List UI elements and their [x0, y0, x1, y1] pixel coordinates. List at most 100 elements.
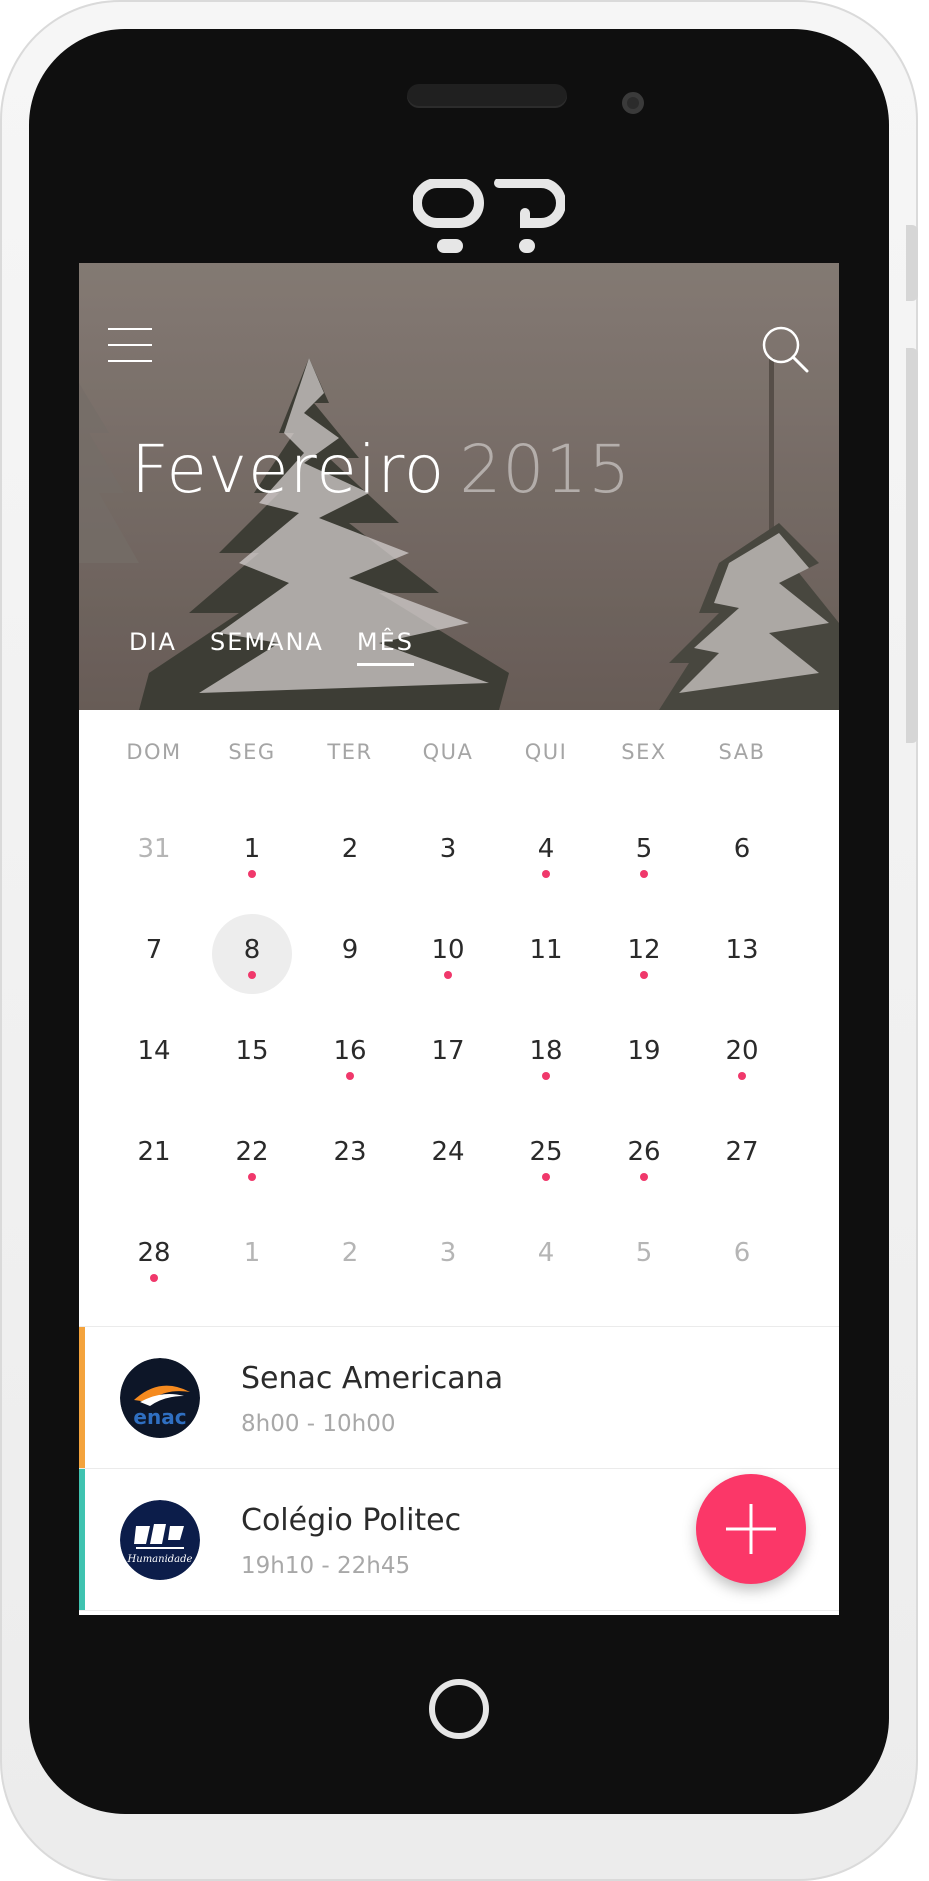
- event-indicator-dot: [542, 1173, 550, 1181]
- day-cell[interactable]: 5: [595, 804, 693, 904]
- day-cell[interactable]: 3: [399, 1208, 497, 1308]
- app-screen: Fevereiro 2015 DIA SEMANA MÊS DOM SEG TER Q…: [79, 263, 839, 1615]
- weekday-label: QUI: [524, 740, 568, 764]
- view-tabs: DIA SEMANA MÊS: [129, 628, 447, 668]
- day-cell[interactable]: 6: [693, 1208, 791, 1308]
- day-cell[interactable]: 24: [399, 1107, 497, 1207]
- event-indicator-dot: [150, 1274, 158, 1282]
- day-number: 5: [635, 1238, 653, 1268]
- volume-button: [906, 225, 918, 301]
- event-indicator-dot: [640, 1173, 648, 1181]
- tab-mes[interactable]: MÊS: [356, 628, 415, 666]
- day-cell[interactable]: 25: [497, 1107, 595, 1207]
- plus-icon: [726, 1504, 776, 1554]
- tab-semana[interactable]: SEMANA: [210, 628, 324, 666]
- day-cell[interactable]: 16: [301, 1006, 399, 1106]
- day-number: 5: [635, 834, 653, 864]
- event-name: Senac Americana: [241, 1361, 504, 1396]
- speaker-grille: [407, 84, 567, 108]
- day-number: 31: [137, 834, 171, 864]
- day-cell[interactable]: 21: [105, 1107, 203, 1207]
- day-number: 22: [235, 1137, 269, 1167]
- tab-dia[interactable]: DIA: [129, 628, 177, 666]
- day-cell[interactable]: 23: [301, 1107, 399, 1207]
- day-cell[interactable]: 3: [399, 804, 497, 904]
- day-cell[interactable]: 1: [203, 804, 301, 904]
- day-cell[interactable]: 26: [595, 1107, 693, 1207]
- day-number: 16: [333, 1036, 367, 1066]
- event-indicator-dot: [542, 870, 550, 878]
- front-camera-icon: [622, 92, 644, 114]
- day-number: 11: [529, 935, 563, 965]
- day-cell[interactable]: 31: [105, 804, 203, 904]
- day-cell[interactable]: 6: [693, 804, 791, 904]
- search-icon[interactable]: [761, 325, 809, 373]
- day-cell[interactable]: 9: [301, 905, 399, 1005]
- week-row: 28 1 2 3 4 5 6: [105, 1208, 791, 1308]
- day-cell[interactable]: 14: [105, 1006, 203, 1106]
- day-number: 6: [733, 1238, 751, 1268]
- year-label: 2015: [459, 431, 632, 508]
- event-item-senac[interactable]: enac Senac Americana 8h00 - 10h00: [79, 1327, 839, 1469]
- day-cell[interactable]: 12: [595, 905, 693, 1005]
- event-indicator-dot: [444, 971, 452, 979]
- day-cell[interactable]: 4: [497, 1208, 595, 1308]
- day-number: 1: [243, 834, 261, 864]
- side-button: [906, 348, 918, 743]
- week-row: 31 1 2 3 4 5 6: [105, 804, 791, 904]
- event-indicator-dot: [346, 1072, 354, 1080]
- day-cell-selected[interactable]: 8: [203, 905, 301, 1005]
- day-cell[interactable]: 11: [497, 905, 595, 1005]
- day-number: 9: [341, 935, 359, 965]
- day-cell[interactable]: 1: [203, 1208, 301, 1308]
- event-indicator-dot: [248, 971, 256, 979]
- menu-icon[interactable]: [108, 328, 152, 364]
- day-number: 7: [145, 935, 163, 965]
- day-cell[interactable]: 2: [301, 1208, 399, 1308]
- day-cell[interactable]: 15: [203, 1006, 301, 1106]
- day-cell[interactable]: 5: [595, 1208, 693, 1308]
- event-time: 8h00 - 10h00: [241, 1411, 396, 1437]
- day-cell[interactable]: 22: [203, 1107, 301, 1207]
- day-number: 19: [627, 1036, 661, 1066]
- day-number: 25: [529, 1137, 563, 1167]
- event-time: 19h10 - 22h45: [241, 1553, 411, 1579]
- event-indicator-dot: [542, 1072, 550, 1080]
- day-cell[interactable]: 20: [693, 1006, 791, 1106]
- day-cell[interactable]: 10: [399, 905, 497, 1005]
- day-cell[interactable]: 17: [399, 1006, 497, 1106]
- day-number: 17: [431, 1036, 465, 1066]
- day-cell[interactable]: 28: [105, 1208, 203, 1308]
- day-cell[interactable]: 4: [497, 804, 595, 904]
- day-cell[interactable]: 13: [693, 905, 791, 1005]
- day-number: 6: [733, 834, 751, 864]
- day-number: 2: [341, 834, 359, 864]
- weekday-label: SAB: [718, 740, 766, 764]
- day-number: 4: [537, 834, 555, 864]
- day-number: 4: [537, 1238, 555, 1268]
- day-cell[interactable]: 27: [693, 1107, 791, 1207]
- day-cell[interactable]: 7: [105, 905, 203, 1005]
- day-cell[interactable]: 18: [497, 1006, 595, 1106]
- week-row: 21 22 23 24 25 26 27: [105, 1107, 791, 1207]
- day-number: 27: [725, 1137, 759, 1167]
- svg-text:enac: enac: [133, 1405, 186, 1429]
- day-number: 12: [627, 935, 661, 965]
- day-number: 28: [137, 1238, 171, 1268]
- week-row: 7 8 9 10 11 12 13: [105, 905, 791, 1005]
- day-cell[interactable]: 19: [595, 1006, 693, 1106]
- day-number: 2: [341, 1238, 359, 1268]
- politec-logo-icon: Humanidade: [120, 1500, 200, 1580]
- event-indicator-dot: [640, 971, 648, 979]
- home-button[interactable]: [429, 1679, 489, 1739]
- add-event-button[interactable]: [696, 1474, 806, 1584]
- month-year-title: Fevereiro 2015: [131, 431, 631, 508]
- weekday-label: SEX: [621, 740, 667, 764]
- weekday-label: TER: [327, 740, 373, 764]
- event-accent-bar: [79, 1327, 85, 1468]
- weekday-label: QUA: [422, 740, 474, 764]
- event-indicator-dot: [248, 1173, 256, 1181]
- day-cell[interactable]: 2: [301, 804, 399, 904]
- day-number: 26: [627, 1137, 661, 1167]
- calendar-header: Fevereiro 2015 DIA SEMANA MÊS: [79, 263, 839, 710]
